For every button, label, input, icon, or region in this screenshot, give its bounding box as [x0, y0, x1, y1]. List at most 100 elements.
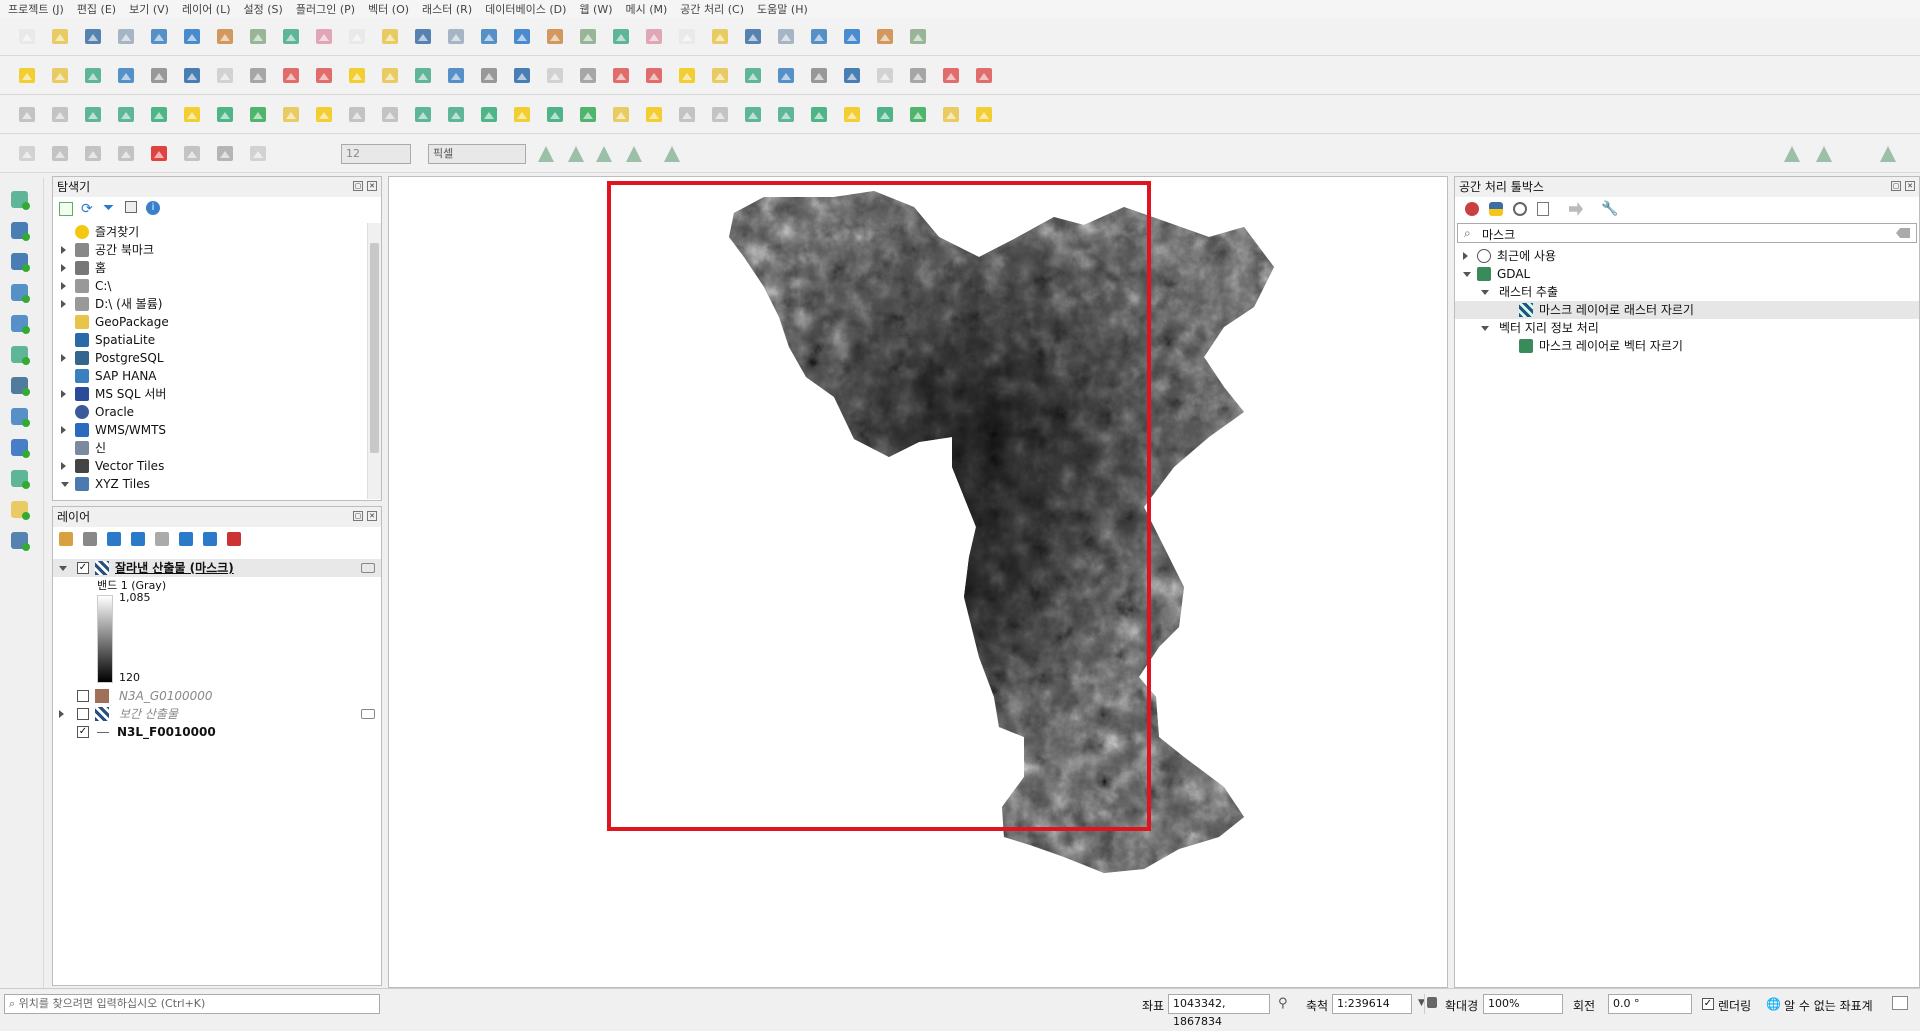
menu-item[interactable]: 메시 (M) [625, 1, 667, 17]
attributes-icon[interactable] [709, 25, 733, 49]
paste-icon[interactable] [346, 64, 370, 88]
collapse-all-icon[interactable] [125, 201, 137, 213]
zoom-in-icon[interactable] [280, 25, 304, 49]
magnifier-field[interactable]: 100% [1483, 994, 1563, 1014]
menu-item[interactable]: 편집 (E) [77, 1, 116, 17]
layer-row-interp[interactable]: 보간 산출물 [53, 705, 381, 723]
crs-globe-icon[interactable]: 🌐 [1766, 997, 1781, 1011]
snap6-icon[interactable] [214, 142, 238, 166]
adv1-icon[interactable] [16, 103, 40, 127]
menu-item[interactable]: 레이어 (L) [182, 1, 231, 17]
adv2-icon[interactable] [49, 103, 73, 127]
adv13-icon[interactable] [412, 103, 436, 127]
adv16-icon[interactable] [511, 103, 535, 127]
pan-icon[interactable] [214, 25, 238, 49]
delete-icon[interactable] [247, 64, 271, 88]
add-virtual-layer-icon[interactable] [8, 498, 32, 522]
models-icon[interactable] [1465, 202, 1479, 216]
add-layer-icon[interactable] [59, 202, 73, 216]
magnet-icon[interactable] [148, 142, 172, 166]
layer-checkbox[interactable]: ✓ [77, 726, 89, 738]
reshape-icon[interactable] [660, 142, 684, 166]
mark1-icon[interactable] [808, 103, 832, 127]
plot2-icon[interactable] [643, 103, 667, 127]
layer-row-n3l[interactable]: ✓ N3L_F0010000 [53, 723, 381, 741]
deselect-icon[interactable] [973, 103, 997, 127]
style-icon[interactable] [59, 532, 73, 546]
add-delimited-icon[interactable] [8, 281, 32, 305]
add-postgis-icon[interactable] [8, 374, 32, 398]
menu-item[interactable]: 래스터 (R) [422, 1, 472, 17]
move-label-icon[interactable] [511, 64, 535, 88]
search-input[interactable]: 마스크 [1482, 226, 1515, 243]
coordinate-field[interactable]: 1043342, 1867834 [1168, 994, 1270, 1028]
render-checkbox[interactable]: ✓ [1702, 998, 1714, 1010]
menu-item[interactable]: 플러그인 (P) [296, 1, 355, 17]
zoom-next-icon[interactable] [511, 25, 535, 49]
adv15-icon[interactable] [478, 103, 502, 127]
lock-icon[interactable] [1427, 997, 1437, 1008]
layer-checkbox[interactable]: ✓ [77, 562, 89, 574]
menu-item[interactable]: 벡터 (O) [368, 1, 409, 17]
edit-features-icon[interactable] [1569, 202, 1583, 216]
statistics-icon[interactable] [775, 25, 799, 49]
print-icon[interactable] [148, 25, 172, 49]
tree-alg-clip-raster[interactable]: 마스크 레이어로 래스터 자르기 [1455, 301, 1919, 319]
adv12-icon[interactable] [379, 103, 403, 127]
select-icon[interactable] [940, 103, 964, 127]
menu-item[interactable]: 프로젝트 (J) [8, 1, 64, 17]
toggle-extents-icon[interactable]: ⚲ [1278, 996, 1288, 1011]
filter-icon[interactable]: ⏷ [103, 200, 114, 216]
filter-icon[interactable] [131, 532, 145, 546]
globe-icon[interactable] [676, 64, 700, 88]
menu-item[interactable]: 공간 처리 (C) [680, 1, 744, 17]
snap-unit-select[interactable]: 픽셀 [428, 144, 526, 164]
sun1-icon[interactable] [742, 103, 766, 127]
snap4-icon[interactable] [115, 142, 139, 166]
collapse-all-icon[interactable] [203, 532, 217, 546]
menu-item[interactable]: 보기 (V) [129, 1, 169, 17]
browser-item[interactable]: PostgreSQL [53, 349, 365, 367]
split-icon[interactable] [592, 142, 616, 166]
adv14-icon[interactable] [445, 103, 469, 127]
browser-item[interactable]: XYZ Tiles [53, 475, 365, 493]
adv10-icon[interactable] [313, 103, 337, 127]
adv5-icon[interactable] [148, 103, 172, 127]
menu-item[interactable]: 설정 (S) [244, 1, 283, 17]
results-icon[interactable] [1537, 202, 1549, 216]
tree-alg-clip-vector[interactable]: 마스크 레이어로 벡터 자르기 [1455, 337, 1919, 355]
open-icon[interactable] [49, 25, 73, 49]
new-project-icon[interactable] [16, 25, 40, 49]
clear-icon[interactable] [1896, 228, 1910, 238]
close-button[interactable]: ✕ [367, 511, 377, 521]
layer-indicator-icon[interactable] [361, 709, 375, 719]
tree-gdal[interactable]: GDAL [1455, 265, 1919, 283]
sun2-icon[interactable] [775, 103, 799, 127]
y1-icon[interactable] [874, 103, 898, 127]
style-icon[interactable] [181, 25, 205, 49]
scrollbar-thumb[interactable] [370, 243, 379, 453]
zoom-layer-icon[interactable] [412, 25, 436, 49]
e-icon[interactable] [973, 64, 997, 88]
float-button[interactable]: ▢ [353, 511, 363, 521]
browser-item[interactable]: GeoPackage [53, 313, 365, 331]
temporal-icon[interactable] [610, 25, 634, 49]
refresh-icon[interactable] [643, 25, 667, 49]
node-tool-icon[interactable] [564, 142, 588, 166]
float-button[interactable]: ▢ [1891, 181, 1901, 191]
zoom-selection-icon[interactable] [379, 25, 403, 49]
globe2-icon[interactable] [709, 64, 733, 88]
expression-filter-icon[interactable] [155, 532, 169, 546]
scale-field[interactable]: 1:239614 [1332, 994, 1412, 1014]
python-icon[interactable] [775, 64, 799, 88]
add-group-icon[interactable] [83, 532, 97, 546]
more-icon[interactable] [1876, 142, 1900, 166]
cut-icon[interactable] [622, 142, 646, 166]
edit-icon[interactable] [115, 64, 139, 88]
undo-icon[interactable] [379, 64, 403, 88]
cut-icon[interactable] [280, 64, 304, 88]
y2-icon[interactable] [907, 103, 931, 127]
data-source-icon[interactable] [16, 64, 40, 88]
label-props-icon[interactable] [610, 64, 634, 88]
show-bookmarks-icon[interactable] [577, 25, 601, 49]
